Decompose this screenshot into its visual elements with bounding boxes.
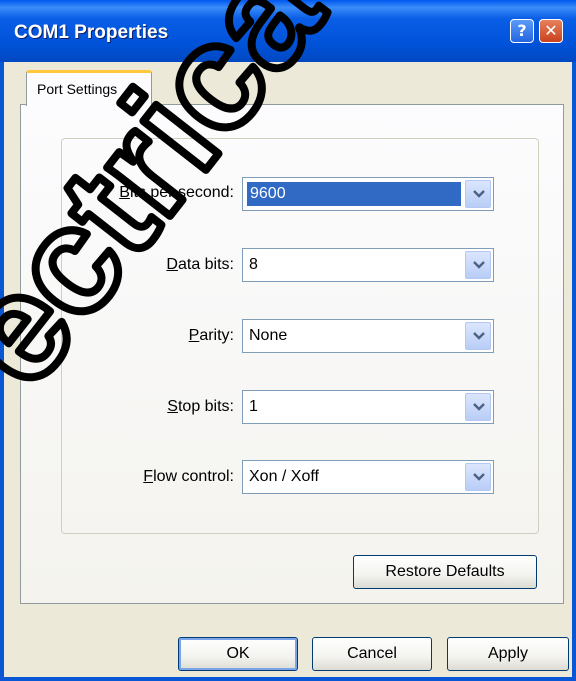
data-bits-select[interactable]: 8 xyxy=(242,248,494,282)
stop-bits-label: Stop bits: xyxy=(167,398,234,415)
bits-per-second-value: 9600 xyxy=(247,182,461,206)
parity-select[interactable]: None xyxy=(242,319,494,353)
ok-button[interactable]: OK xyxy=(178,637,298,671)
flow-control-label: Flow control: xyxy=(143,468,234,485)
help-button[interactable]: ? xyxy=(510,19,534,43)
title-bar[interactable]: COM1 Properties ? ✕ xyxy=(0,0,576,62)
parity-value: None xyxy=(249,327,288,344)
tab-port-settings[interactable]: Port Settings xyxy=(26,70,152,106)
restore-defaults-label: Restore Defaults xyxy=(385,563,505,580)
tab-label: Port Settings xyxy=(37,81,118,97)
stop-bits-value: 1 xyxy=(249,398,258,415)
chevron-down-icon xyxy=(473,403,485,411)
chevron-down-icon xyxy=(473,190,485,198)
cancel-button[interactable]: Cancel xyxy=(312,637,432,671)
cancel-label: Cancel xyxy=(347,645,397,662)
chevron-down-icon xyxy=(473,261,485,269)
restore-defaults-button[interactable]: Restore Defaults xyxy=(353,555,537,589)
ok-label: OK xyxy=(226,645,250,662)
dropdown-button[interactable] xyxy=(465,180,491,208)
data-bits-label: Data bits: xyxy=(166,256,234,273)
flow-control-value: Xon / Xoff xyxy=(249,468,319,485)
data-bits-value: 8 xyxy=(249,256,258,273)
chevron-down-icon xyxy=(473,473,485,481)
bits-per-second-select[interactable]: 9600 xyxy=(242,177,494,211)
bits-per-second-label: Bits per second: xyxy=(119,184,234,201)
close-button[interactable]: ✕ xyxy=(539,19,563,43)
flow-control-select[interactable]: Xon / Xoff xyxy=(242,460,494,494)
chevron-down-icon xyxy=(473,332,485,340)
apply-label: Apply xyxy=(487,645,529,662)
page: COM1 Properties ? ✕ Port Settings Bits p… xyxy=(0,0,576,681)
close-icon: ✕ xyxy=(544,21,558,40)
apply-button[interactable]: Apply xyxy=(447,637,569,671)
dropdown-button[interactable] xyxy=(465,251,491,279)
help-icon: ? xyxy=(517,21,527,40)
parity-label: Parity: xyxy=(188,327,234,344)
dropdown-button[interactable] xyxy=(465,322,491,350)
stop-bits-select[interactable]: 1 xyxy=(242,390,494,424)
window-title: COM1 Properties xyxy=(14,22,169,43)
dropdown-button[interactable] xyxy=(465,393,491,421)
dropdown-button[interactable] xyxy=(465,463,491,491)
